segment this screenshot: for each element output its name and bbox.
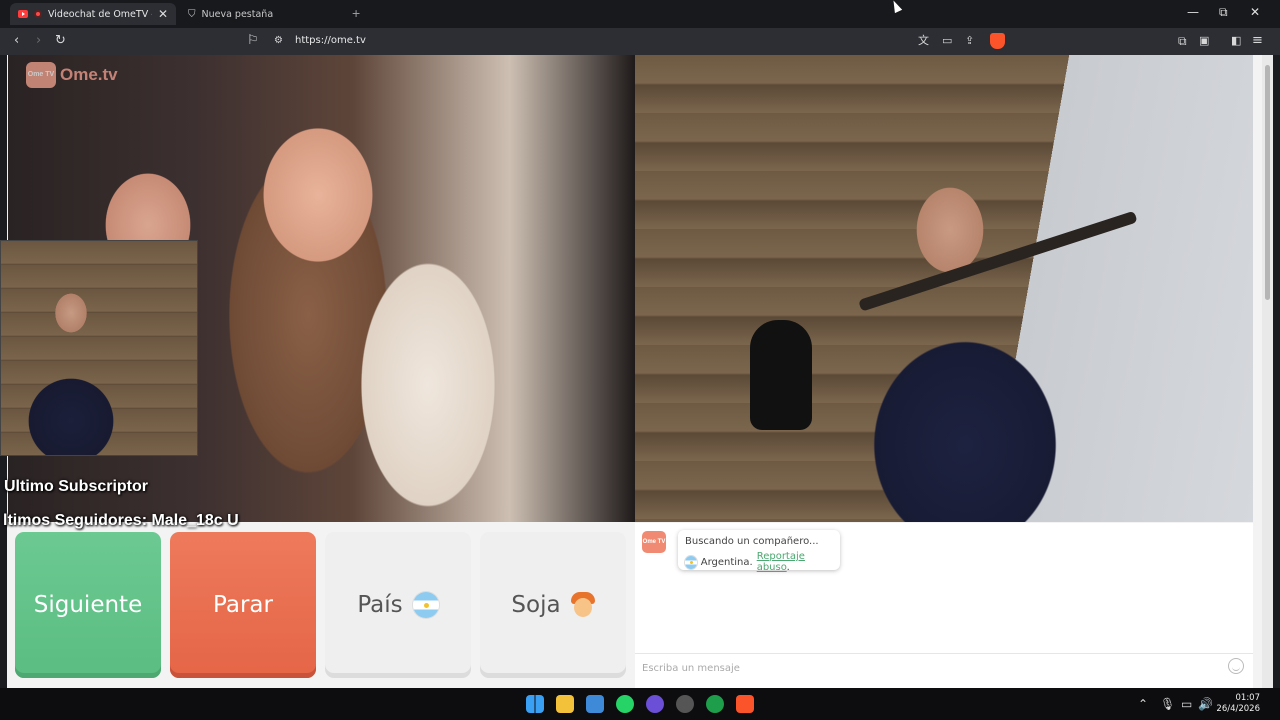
new-tab-button[interactable]: + bbox=[352, 5, 360, 21]
brave-icon[interactable] bbox=[736, 695, 754, 713]
emoji-icon[interactable] bbox=[1228, 658, 1244, 674]
minimize-button[interactable]: — bbox=[1187, 5, 1199, 19]
photos-icon[interactable] bbox=[586, 695, 604, 713]
restore-button[interactable]: ⧉ bbox=[1219, 5, 1228, 20]
tray-overflow-icon[interactable]: ⌃ bbox=[1138, 697, 1148, 711]
translate-icon[interactable]: 文 bbox=[918, 33, 929, 49]
brave-shield-icon[interactable] bbox=[990, 33, 1005, 49]
ometv-chat-icon: Ome TV bbox=[642, 531, 666, 553]
boy-avatar-icon bbox=[570, 592, 595, 618]
system-message: Buscando un compañero... Argentina. Repo… bbox=[678, 530, 840, 573]
sidebar-icon[interactable]: ◧ bbox=[1231, 33, 1241, 49]
gender-button-label: Soja bbox=[511, 592, 561, 618]
next-button-label: Siguiente bbox=[33, 592, 143, 618]
shield-icon: ⛉ bbox=[188, 8, 196, 20]
gender-button[interactable]: Soja bbox=[480, 532, 626, 678]
clock-time: 01:07 bbox=[1235, 693, 1261, 703]
extensions-icon[interactable]: ⧉ bbox=[1178, 33, 1187, 49]
last-subscriber-label: Ultimo Subscriptor bbox=[4, 478, 149, 495]
ometv-logo[interactable]: Ome TV Ome.tv bbox=[26, 62, 118, 88]
whatsapp-icon[interactable] bbox=[616, 695, 634, 713]
ometv-wordmark: Ome.tv bbox=[60, 65, 118, 84]
browser-toolbar: ‹ › ↻ ⚐ ⚙ https://ome.tv 文 ▭ ⇪ ⧉ ▣ ◧ ≡ bbox=[0, 28, 1280, 55]
report-suffix: . bbox=[786, 562, 790, 573]
searching-status: Buscando un compañero... bbox=[685, 536, 819, 547]
browser-titlebar: Videochat de OmeTV — Alter ✕ ⛉ Nueva pes… bbox=[0, 0, 1280, 28]
scrollbar-thumb[interactable] bbox=[1265, 65, 1270, 300]
recording-icon bbox=[34, 10, 42, 18]
back-icon[interactable]: ‹ bbox=[14, 33, 19, 49]
volume-icon[interactable]: 🔊 bbox=[1198, 697, 1213, 711]
argentina-flag-icon bbox=[412, 592, 439, 618]
share-icon[interactable]: ⇪ bbox=[965, 33, 974, 49]
message-input[interactable]: Escriba un mensaje bbox=[635, 653, 1253, 688]
argentina-flag-icon bbox=[685, 555, 697, 569]
microphone bbox=[750, 320, 812, 430]
start-icon[interactable] bbox=[526, 695, 544, 713]
stop-button-label: Parar bbox=[213, 592, 273, 618]
chat-panel: Ome TV Buscando un compañero... Argentin… bbox=[635, 523, 1253, 688]
ometv-badge-icon: Ome TV bbox=[26, 62, 56, 88]
windows-taskbar: ⌃ 🎙 ▭ 🔊 01:07 26/4/2026 bbox=[0, 688, 1280, 720]
cast-icon[interactable]: ▭ bbox=[942, 33, 952, 49]
report-abuse-link[interactable]: Reportaje abuso bbox=[757, 551, 805, 573]
last-followers-label: ltimos Seguidores: Male_18c U bbox=[3, 512, 239, 529]
menu-icon[interactable]: ≡ bbox=[1252, 33, 1263, 49]
webcam-pip-overlay bbox=[0, 240, 198, 456]
network-icon[interactable]: ▭ bbox=[1181, 697, 1192, 711]
tab-ometv[interactable]: Videochat de OmeTV — Alter ✕ bbox=[10, 3, 176, 25]
microphone-icon[interactable]: 🎙 bbox=[1160, 697, 1175, 711]
self-video bbox=[635, 55, 1253, 522]
stop-button[interactable]: Parar bbox=[170, 532, 316, 678]
address-bar[interactable]: https://ome.tv bbox=[295, 35, 366, 46]
bookmark-icon[interactable]: ⚐ bbox=[247, 33, 259, 49]
reload-icon[interactable]: ↻ bbox=[55, 33, 66, 49]
tab-new[interactable]: ⛉ Nueva pestaña bbox=[180, 3, 345, 25]
clock-date: 26/4/2026 bbox=[1216, 704, 1260, 714]
partner-country: Argentina. bbox=[700, 556, 753, 568]
forward-icon[interactable]: › bbox=[36, 33, 41, 49]
file-explorer-icon[interactable] bbox=[556, 695, 574, 713]
page-scrollbar[interactable] bbox=[1262, 55, 1273, 688]
youtube-icon bbox=[18, 10, 28, 18]
chatgpt-icon[interactable] bbox=[676, 695, 694, 713]
tab-title: Nueva pestaña bbox=[201, 8, 274, 20]
country-button-label: País bbox=[357, 592, 403, 618]
site-settings-icon[interactable]: ⚙ bbox=[274, 33, 283, 49]
clock[interactable]: 01:07 26/4/2026 bbox=[1212, 693, 1260, 715]
next-button[interactable]: Siguiente bbox=[15, 532, 161, 678]
tab-title: Videochat de OmeTV — Alter bbox=[48, 8, 152, 20]
obs-icon[interactable] bbox=[646, 695, 664, 713]
close-window-button[interactable]: ✕ bbox=[1250, 5, 1260, 19]
xbox-icon[interactable] bbox=[706, 695, 724, 713]
close-tab-icon[interactable]: ✕ bbox=[158, 7, 168, 21]
country-button[interactable]: País bbox=[325, 532, 471, 678]
wallet-icon[interactable]: ▣ bbox=[1199, 33, 1209, 49]
